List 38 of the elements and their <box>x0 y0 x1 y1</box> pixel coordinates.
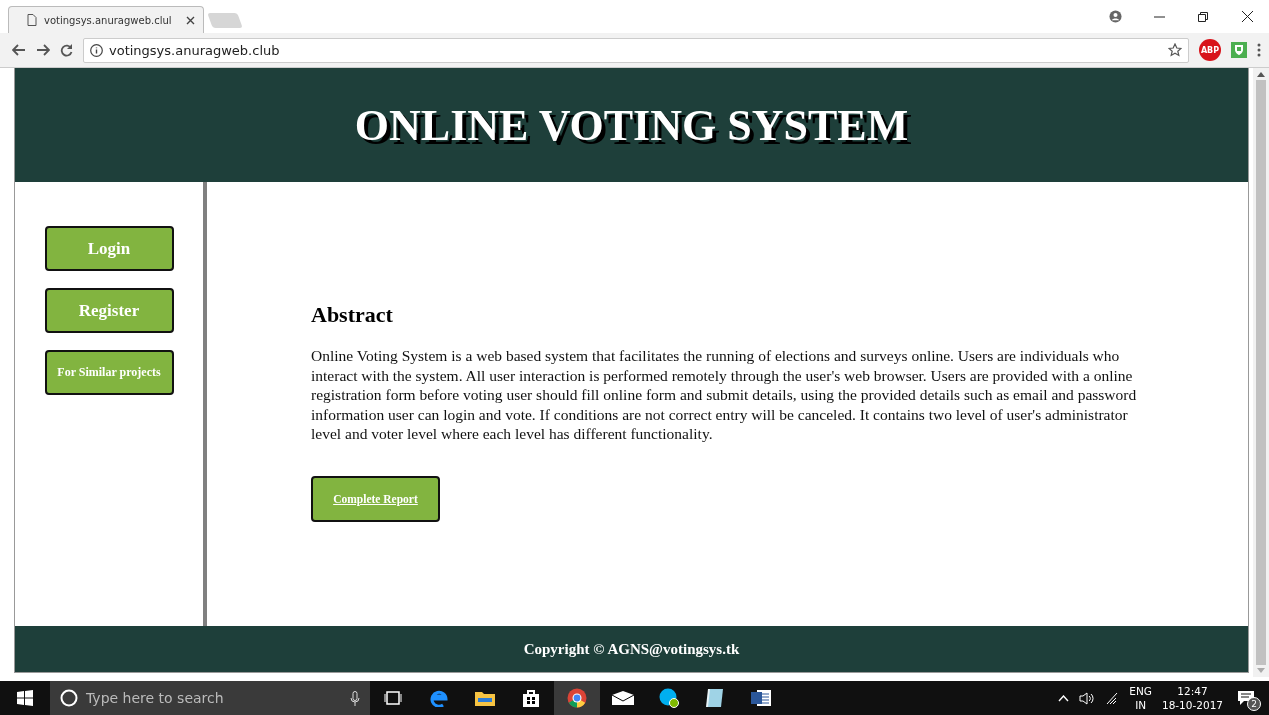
clock[interactable]: 12:47 18-10-2017 <box>1161 684 1223 712</box>
chevron-up-icon[interactable] <box>1058 694 1070 702</box>
star-icon[interactable] <box>1168 43 1182 57</box>
abstract-paragraph: Online Voting System is a web based system that facilitates the running of elections and surveys online. Users are individuals who interact with the system. All user interaction is performed remotely through the user's web browser. Users are provided with a online registration form before voting user should fill online form and submit details, using the provided details such as email and password information user can login and vote. If conditions are not correct entry will be canceled. It contains two level of user's administrator level and voter level where each level has different functionality. <box>311 346 1138 444</box>
scroll-up-icon <box>1257 72 1265 77</box>
adblock-extension-button[interactable]: ABP <box>1199 39 1221 61</box>
browser-tab[interactable]: votingsys.anuragweb.clul <box>8 6 204 33</box>
speaker-icon[interactable] <box>1079 691 1096 705</box>
menu-icon[interactable] <box>1257 43 1261 57</box>
language-text: ENG <box>1129 684 1152 698</box>
page-icon <box>27 14 37 26</box>
address-bar[interactable]: votingsys.anuragweb.club <box>83 37 1189 63</box>
time-text: 12:47 <box>1177 684 1208 698</box>
chrome-icon[interactable] <box>554 681 600 715</box>
close-icon[interactable] <box>1241 11 1253 22</box>
tab-title: votingsys.anuragweb.clul <box>44 14 173 26</box>
region-text: IN <box>1135 698 1147 712</box>
reload-icon[interactable] <box>60 43 73 57</box>
taskbar-search-field[interactable]: Type here to search <box>50 681 370 715</box>
close-icon[interactable] <box>186 15 195 25</box>
info-icon <box>90 43 103 57</box>
minimize-icon[interactable] <box>1153 15 1165 18</box>
date-text: 18-10-2017 <box>1161 698 1223 712</box>
profile-icon <box>1108 10 1122 23</box>
site-title: ONLINE VOTING SYSTEM <box>354 99 909 151</box>
windows-logo-icon[interactable] <box>17 690 33 706</box>
forward-icon[interactable] <box>36 44 50 56</box>
back-icon[interactable] <box>12 44 26 56</box>
notification-count: 2 <box>1247 697 1261 711</box>
scrollbar[interactable] <box>1253 68 1269 677</box>
shield-extension-icon[interactable] <box>1231 42 1247 58</box>
restore-icon[interactable] <box>1198 11 1208 22</box>
microphone-icon[interactable] <box>350 690 360 706</box>
copyright-text: Copyright © AGNS@votingsys.tk <box>523 640 740 658</box>
language-indicator[interactable]: ENG IN <box>1129 684 1152 712</box>
scroll-down-icon <box>1257 668 1265 673</box>
cortana-icon <box>60 689 78 707</box>
section-heading: Abstract <box>311 302 394 328</box>
